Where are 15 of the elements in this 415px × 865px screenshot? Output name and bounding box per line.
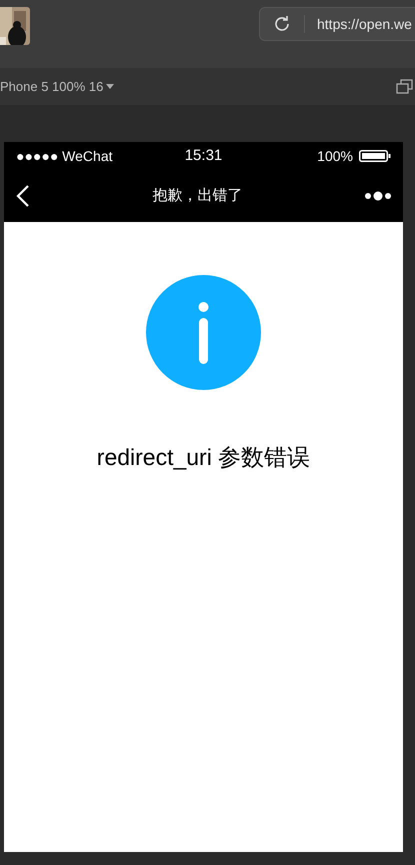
url-text: https://open.we	[317, 14, 412, 34]
page-title: 抱歉，出错了	[152, 186, 242, 206]
back-icon[interactable]	[16, 184, 30, 208]
windows-icon[interactable]	[396, 78, 414, 94]
caret-icon	[106, 84, 114, 89]
url-field[interactable]: https://open.we	[259, 7, 415, 41]
device-selector[interactable]: Phone 5 100% 16	[0, 76, 114, 96]
battery-icon	[358, 150, 391, 162]
more-icon[interactable]	[365, 191, 391, 201]
reload-icon[interactable]	[272, 14, 292, 34]
carrier-text: ●●●●● WeChat	[16, 146, 114, 166]
error-message: redirect_uri 参数错误	[96, 443, 310, 472]
battery-text: 100%	[317, 146, 353, 166]
time-text: 15:31	[184, 146, 222, 166]
info-icon	[146, 275, 261, 390]
